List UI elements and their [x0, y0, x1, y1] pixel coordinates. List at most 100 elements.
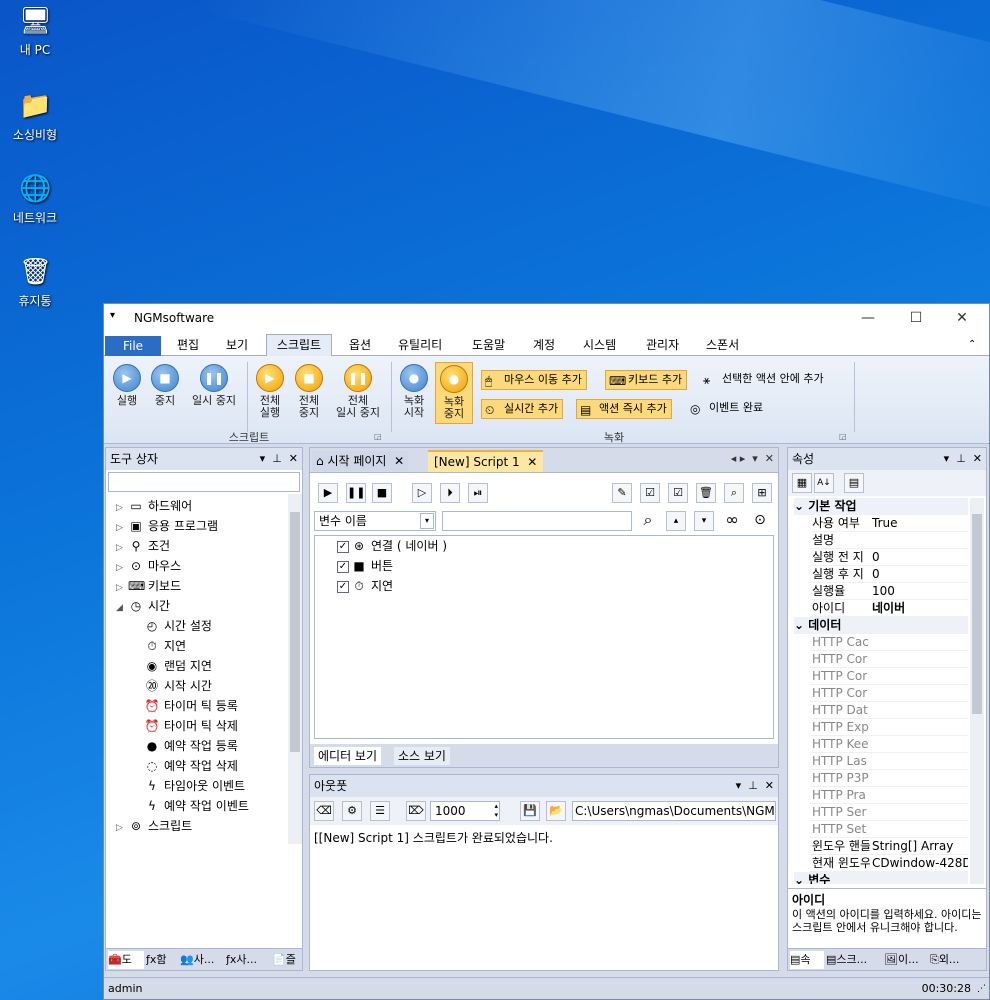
add-immediate-button[interactable]: ▤ 액션 즉시 추가	[576, 399, 672, 419]
tab-start-page[interactable]: ⌂ 시작 페이지 ✕	[312, 451, 409, 471]
toolbox-item[interactable]: ϟ 예약 작업 이벤트	[144, 796, 249, 816]
quick-access-dropdown-icon[interactable]: ▾	[110, 310, 115, 321]
desktop-icon-user[interactable]: 📁 소싱비형	[0, 90, 70, 143]
close-tab-icon[interactable]: ✕	[394, 454, 404, 468]
toolbox-item[interactable]: ◢ ◷ 시간	[116, 596, 170, 616]
collapse-arrow-icon[interactable]: ⌄	[794, 873, 808, 884]
collapsed-arrow-icon[interactable]: ▷	[116, 518, 128, 538]
chevron-down-icon[interactable]: ▾	[420, 513, 434, 529]
collapse-ribbon-icon[interactable]: ⌃	[964, 335, 980, 355]
desktop-icon-network[interactable]: 🌐 네트워크	[0, 173, 70, 226]
property-row[interactable]: HTTP Cor	[810, 651, 968, 668]
action-row[interactable]: ✓ ⏱ 지연	[337, 576, 393, 596]
menu-options[interactable]: 옵션	[345, 335, 375, 355]
tab-external-api[interactable]: ⎘외...	[930, 951, 984, 969]
add-in-selected-button[interactable]: ⚹ 선택한 액션 안에 추가	[700, 370, 828, 390]
action-row[interactable]: ✓ ■ 버튼	[337, 556, 393, 576]
play-frame-icon[interactable]: ⏯	[468, 483, 488, 503]
check-all-icon[interactable]: ☑	[640, 483, 660, 503]
folder-icon[interactable]: 📂	[546, 801, 566, 821]
scrollbar-thumb[interactable]	[972, 514, 982, 714]
add-realtime-button[interactable]: ⏲ 실시간 추가	[481, 399, 564, 419]
pause-all-button[interactable]: ❚❚ 전체 일시 중지	[330, 364, 386, 419]
broom-icon[interactable]: ⌫	[314, 801, 334, 821]
save-icon[interactable]: 💾	[520, 801, 540, 821]
move-down-icon[interactable]: ▾	[694, 511, 714, 531]
toolbox-item[interactable]: ▷ ⊚ 스크립트	[116, 816, 192, 836]
property-row[interactable]: 설명	[810, 532, 968, 549]
delete-icon[interactable]: 🗑	[696, 483, 716, 503]
max-lines-stepper[interactable]: 1000 ▴ ▾	[430, 801, 500, 821]
tab-toolbox[interactable]: 🧰도	[108, 951, 144, 969]
property-row[interactable]: HTTP Pra	[810, 787, 968, 804]
menu-account[interactable]: 계정	[529, 335, 559, 355]
property-category[interactable]: ⌄ 기본 작업	[794, 498, 968, 515]
tab-favorites[interactable]: 📄즐	[272, 951, 302, 969]
group-launcher-icon[interactable]: ◲	[839, 432, 847, 441]
maximize-button[interactable]: ☐	[894, 306, 938, 330]
menu-script[interactable]: 스크립트	[266, 334, 332, 357]
sort-az-icon[interactable]: A↓	[814, 473, 834, 493]
toolbox-item[interactable]: ▷ ▭ 하드웨어	[116, 496, 192, 516]
run-all-button[interactable]: ▶ 전체 실행	[253, 364, 287, 419]
property-row[interactable]: HTTP Ser	[810, 804, 968, 821]
tab-images[interactable]: 🖼이...	[884, 951, 928, 969]
action-checkbox[interactable]: ✓	[337, 580, 349, 593]
search-icon[interactable]: ⌕	[724, 483, 744, 503]
stop-all-button[interactable]: ■ 전체 중지	[292, 364, 326, 419]
desktop-icon-recycle-bin[interactable]: 🗑 휴지통	[0, 256, 70, 309]
property-row[interactable]: 실행율 100	[810, 583, 968, 600]
menu-system[interactable]: 시스템	[579, 335, 620, 355]
dropdown-icon[interactable]: ▾	[944, 452, 950, 465]
close-icon[interactable]: ✕	[973, 452, 982, 465]
run-button[interactable]: ▶ 실행	[110, 364, 144, 407]
toolbox-item[interactable]: ● 예약 작업 등록	[144, 736, 238, 756]
pin-icon[interactable]: ⊥	[748, 779, 758, 792]
menu-file[interactable]: File	[105, 336, 161, 356]
scrollbar-thumb[interactable]	[290, 512, 300, 752]
tab-scripts[interactable]: ▤스크...	[826, 951, 880, 969]
property-row[interactable]: 현재 윈도우 CDwindow-428DI	[810, 855, 968, 872]
play-selected-icon[interactable]: ⏵	[440, 483, 460, 503]
toolbox-item[interactable]: ϟ 타임아웃 이벤트	[144, 776, 245, 796]
pause-button[interactable]: ❚❚ 일시 중지	[186, 364, 242, 407]
close-icon[interactable]: ✕	[289, 452, 298, 465]
tab-functions[interactable]: ƒx함	[146, 951, 178, 969]
property-row[interactable]: HTTP Cac	[810, 634, 968, 651]
play-icon[interactable]: ▶	[318, 483, 338, 503]
pin-icon[interactable]: ⊥	[956, 452, 966, 465]
property-row[interactable]: HTTP Exp	[810, 719, 968, 736]
property-row[interactable]: HTTP Set	[810, 821, 968, 838]
menu-edit[interactable]: 편집	[173, 335, 203, 355]
record-stop-button[interactable]: ● 녹화 중지	[435, 362, 473, 424]
desktop-icon-my-pc[interactable]: 🖥 내 PC	[0, 5, 70, 58]
toolbox-item[interactable]: ▷ ⌨ 키보드	[116, 576, 181, 596]
tab-properties[interactable]: ▤속	[790, 951, 824, 969]
menu-admin[interactable]: 관리자	[642, 335, 683, 355]
infinity-icon[interactable]: ∞	[722, 511, 742, 531]
image-edit-icon[interactable]: ✎	[612, 483, 632, 503]
action-row[interactable]: ✓ ⊛ 연결 ( 네이버 )	[337, 536, 447, 556]
toolbox-item[interactable]: ⑳ 시작 시간	[144, 676, 212, 696]
tab-editor-view[interactable]: 에디터 보기	[314, 747, 382, 765]
action-checkbox[interactable]: ✓	[337, 540, 349, 553]
eraser-icon[interactable]: ⌦	[406, 801, 426, 821]
toolbox-item[interactable]: ◉ 랜덤 지연	[144, 656, 212, 676]
menu-utility[interactable]: 유틸리티	[394, 335, 446, 355]
close-button[interactable]: ✕	[940, 306, 984, 330]
property-row[interactable]: HTTP Cor	[810, 685, 968, 702]
stepper-arrows-icon[interactable]: ▴ ▾	[494, 802, 498, 820]
property-row[interactable]: 실행 후 지0	[810, 566, 968, 583]
property-row[interactable]: 실행 전 지0	[810, 549, 968, 566]
toolbox-item[interactable]: ◴ 시간 설정	[144, 616, 212, 636]
toolbox-search-input[interactable]	[108, 472, 300, 492]
pause-icon[interactable]: ❚❚	[346, 483, 366, 503]
output-path-field[interactable]: C:\Users\ngmas\Documents\NGM6\	[572, 801, 776, 821]
toolbox-item[interactable]: ⏱ 지연	[144, 636, 186, 656]
resize-grip-icon[interactable]: ⋰	[977, 978, 986, 1000]
tab-script-1[interactable]: [New] Script 1 ✕	[428, 450, 544, 472]
tab-list-icon[interactable]: ▾	[752, 452, 758, 465]
property-row[interactable]: 윈도우 핸들 String[] Array	[810, 838, 968, 855]
toolbox-item[interactable]: ▷ ⚲ 조건	[116, 536, 170, 556]
categorized-icon[interactable]: ▦	[792, 473, 812, 493]
